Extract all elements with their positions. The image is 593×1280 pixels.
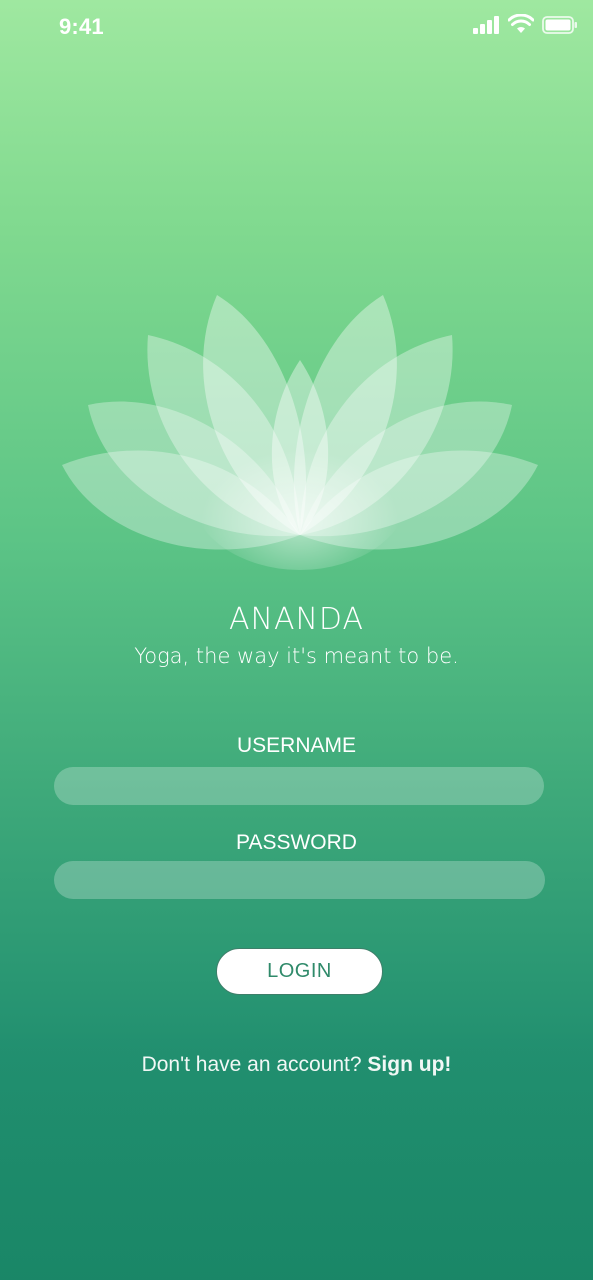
status-bar: 9:41: [0, 0, 593, 56]
signup-row: Don't have an account? Sign up!: [0, 1053, 593, 1077]
password-label: PASSWORD: [236, 831, 357, 854]
wifi-icon: [508, 14, 534, 33]
signal-icon: [473, 16, 499, 34]
password-input[interactable]: [54, 861, 545, 899]
username-label: USERNAME: [236, 734, 357, 757]
username-input[interactable]: [54, 767, 544, 805]
app-tagline: Yoga, the way it's meant to be.: [134, 644, 459, 668]
signup-prompt: Don't have an account?: [141, 1053, 368, 1076]
signup-link[interactable]: Sign up!: [367, 1053, 451, 1076]
login-screen: 9:41 ANANDA Yoga, the way it's meant to …: [0, 0, 593, 1280]
app-name: ANANDA: [228, 602, 365, 637]
login-button[interactable]: LOGIN: [216, 948, 383, 995]
lotus-icon: [62, 295, 538, 570]
status-time: 9:41: [59, 14, 104, 39]
battery-icon: [542, 16, 577, 34]
